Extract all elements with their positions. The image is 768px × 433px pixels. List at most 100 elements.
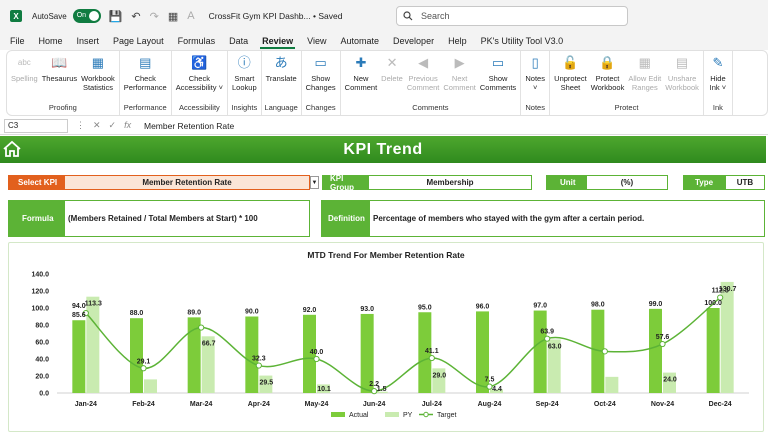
x-tick-label: Nov-24 xyxy=(651,401,674,408)
ribbon-group-label: Language xyxy=(264,103,298,112)
ribbon-button-label: Protect Workbook xyxy=(590,74,625,92)
data-label-target: 41.1 xyxy=(425,348,439,355)
accessibility-icon: ♿ xyxy=(191,54,208,70)
menu-insert[interactable]: Insert xyxy=(75,33,102,49)
data-label-actual: 98.0 xyxy=(591,302,605,309)
y-tick-label: 60.0 xyxy=(35,340,49,347)
ribbon-button-label: Workbook Statistics xyxy=(81,74,115,92)
ribbon-button-label: Thesaurus xyxy=(41,74,78,83)
menu-formulas[interactable]: Formulas xyxy=(176,33,218,49)
borders-icon[interactable]: ▦ xyxy=(168,10,178,23)
ribbon-button-label: Show Comments xyxy=(479,74,517,92)
ribbon-group-label: Ink xyxy=(712,103,723,112)
menu-help[interactable]: Help xyxy=(446,33,469,49)
type-label: Type xyxy=(683,175,725,190)
bar-actual xyxy=(706,308,720,393)
show-comments-icon: ▭ xyxy=(491,54,505,70)
formula-value: (Members Retained / Total Members at Sta… xyxy=(65,201,309,236)
bar-py xyxy=(605,376,619,393)
data-label-actual: 89.0 xyxy=(187,309,201,316)
select-kpi-label: Select KPI xyxy=(8,175,64,190)
search-box[interactable]: Search xyxy=(396,6,628,26)
font-color-icon[interactable]: A xyxy=(187,10,194,23)
y-tick-label: 80.0 xyxy=(35,323,49,330)
menu-view[interactable]: View xyxy=(305,33,328,49)
type-value: UTB xyxy=(725,175,765,190)
target-point xyxy=(198,324,205,331)
ribbon-group-changes: ▭ Show Changes Changes xyxy=(302,51,341,115)
y-tick-label: 20.0 xyxy=(35,374,49,381)
target-line xyxy=(85,296,721,392)
undo-icon[interactable]: ↶ xyxy=(131,10,140,23)
x-tick-label: Oct-24 xyxy=(594,401,616,408)
select-kpi-dropdown[interactable]: Member Retention Rate xyxy=(64,175,310,190)
menu-developer[interactable]: Developer xyxy=(391,33,436,49)
enter-icon[interactable]: ✓ xyxy=(109,120,117,131)
data-label-actual: 92.0 xyxy=(303,307,317,314)
document-title: CrossFit Gym KPI Dashb... • Saved xyxy=(208,11,343,21)
y-tick-label: 120.0 xyxy=(31,289,49,296)
legend-actual-label: Actual xyxy=(349,412,369,419)
name-box[interactable]: C3 xyxy=(4,118,68,133)
ribbon-group-notes: ▯ Notes ˅ Notes xyxy=(521,51,551,115)
ribbon-group-language: あ Translate Language xyxy=(262,51,302,115)
data-label-py: 63.0 xyxy=(548,343,562,350)
ribbon-group-label: Comments xyxy=(412,103,449,112)
more-icon[interactable]: ⋮ xyxy=(76,120,85,131)
menu-page-layout[interactable]: Page Layout xyxy=(111,33,166,49)
data-label-py: 10.1 xyxy=(317,386,331,393)
home-icon[interactable] xyxy=(2,139,22,159)
bar-actual xyxy=(649,308,662,393)
legend-actual-swatch xyxy=(331,412,345,417)
formula-input[interactable]: Member Retention Rate xyxy=(144,121,234,131)
autosave-toggle[interactable]: On xyxy=(72,9,101,23)
data-label-target: 40.0 xyxy=(310,349,324,356)
ribbon-button-label: Notes ˅ xyxy=(525,74,545,92)
data-label-py: 29.5 xyxy=(260,380,274,387)
data-label-actual: 96.0 xyxy=(476,303,490,310)
excel-logo-icon: X xyxy=(10,10,22,22)
data-label-actual: 95.0 xyxy=(418,304,432,311)
quick-access-toolbar: 💾 ↶ ↷ ▦ A xyxy=(109,10,195,23)
target-point xyxy=(255,362,262,369)
cancel-icon[interactable]: ✕ xyxy=(93,120,101,131)
data-label-target: 29.1 xyxy=(137,358,151,365)
data-label-target: 7.5 xyxy=(485,377,495,384)
x-tick-label: Jun-24 xyxy=(363,401,386,408)
save-icon[interactable]: 💾 xyxy=(109,10,123,23)
y-tick-label: 0.0 xyxy=(39,391,49,398)
x-tick-label: Jan-24 xyxy=(75,401,97,408)
info-icon: ⓘ xyxy=(237,54,251,70)
bar-py xyxy=(86,296,100,393)
ribbon-group-performance: ▤ Check Performance Performance xyxy=(120,51,172,115)
chevron-down-icon[interactable]: ▼ xyxy=(310,176,319,189)
menu-data[interactable]: Data xyxy=(227,33,250,49)
kpi-group-value: Membership xyxy=(368,175,532,190)
redo-icon[interactable]: ↷ xyxy=(150,10,159,23)
ribbon-group-label: Insights xyxy=(231,103,258,112)
protect-workbook-icon: 🔒 xyxy=(599,54,616,70)
data-label-actual: 99.0 xyxy=(649,301,663,308)
function-icon[interactable]: fx xyxy=(124,120,131,131)
data-label-target: 2.2 xyxy=(369,381,379,388)
chart-container[interactable]: MTD Trend For Member Retention Rate 0.0 2… xyxy=(8,242,764,432)
next-comment-icon: ▶ xyxy=(454,54,465,70)
menu-home[interactable]: Home xyxy=(37,33,65,49)
menu-file[interactable]: File xyxy=(8,33,27,49)
bar-actual xyxy=(72,320,86,393)
menu-review[interactable]: Review xyxy=(260,33,296,49)
target-point xyxy=(601,348,608,355)
menu-automate[interactable]: Automate xyxy=(339,33,382,49)
previous-comment-icon: ◀ xyxy=(418,54,429,70)
definition-value: Percentage of members who stayed with th… xyxy=(370,201,764,236)
menu-bar: File Home Insert Page Layout Formulas Data Rev… xyxy=(0,32,768,50)
ribbon-group-label: Notes xyxy=(525,103,545,112)
changes-icon: ▭ xyxy=(314,54,327,70)
ribbon-group-label: Protect xyxy=(614,103,639,112)
target-point xyxy=(313,355,320,363)
kpi-group-label: KPI Group xyxy=(322,174,368,192)
x-tick-label: Feb-24 xyxy=(132,401,155,408)
title-bar: X AutoSave On 💾 ↶ ↷ ▦ A CrossFit Gym KPI… xyxy=(0,0,768,32)
data-label-py: 113.3 xyxy=(85,301,102,308)
menu-pk-s-utility-tool-v3-0[interactable]: PK's Utility Tool V3.0 xyxy=(479,33,566,49)
